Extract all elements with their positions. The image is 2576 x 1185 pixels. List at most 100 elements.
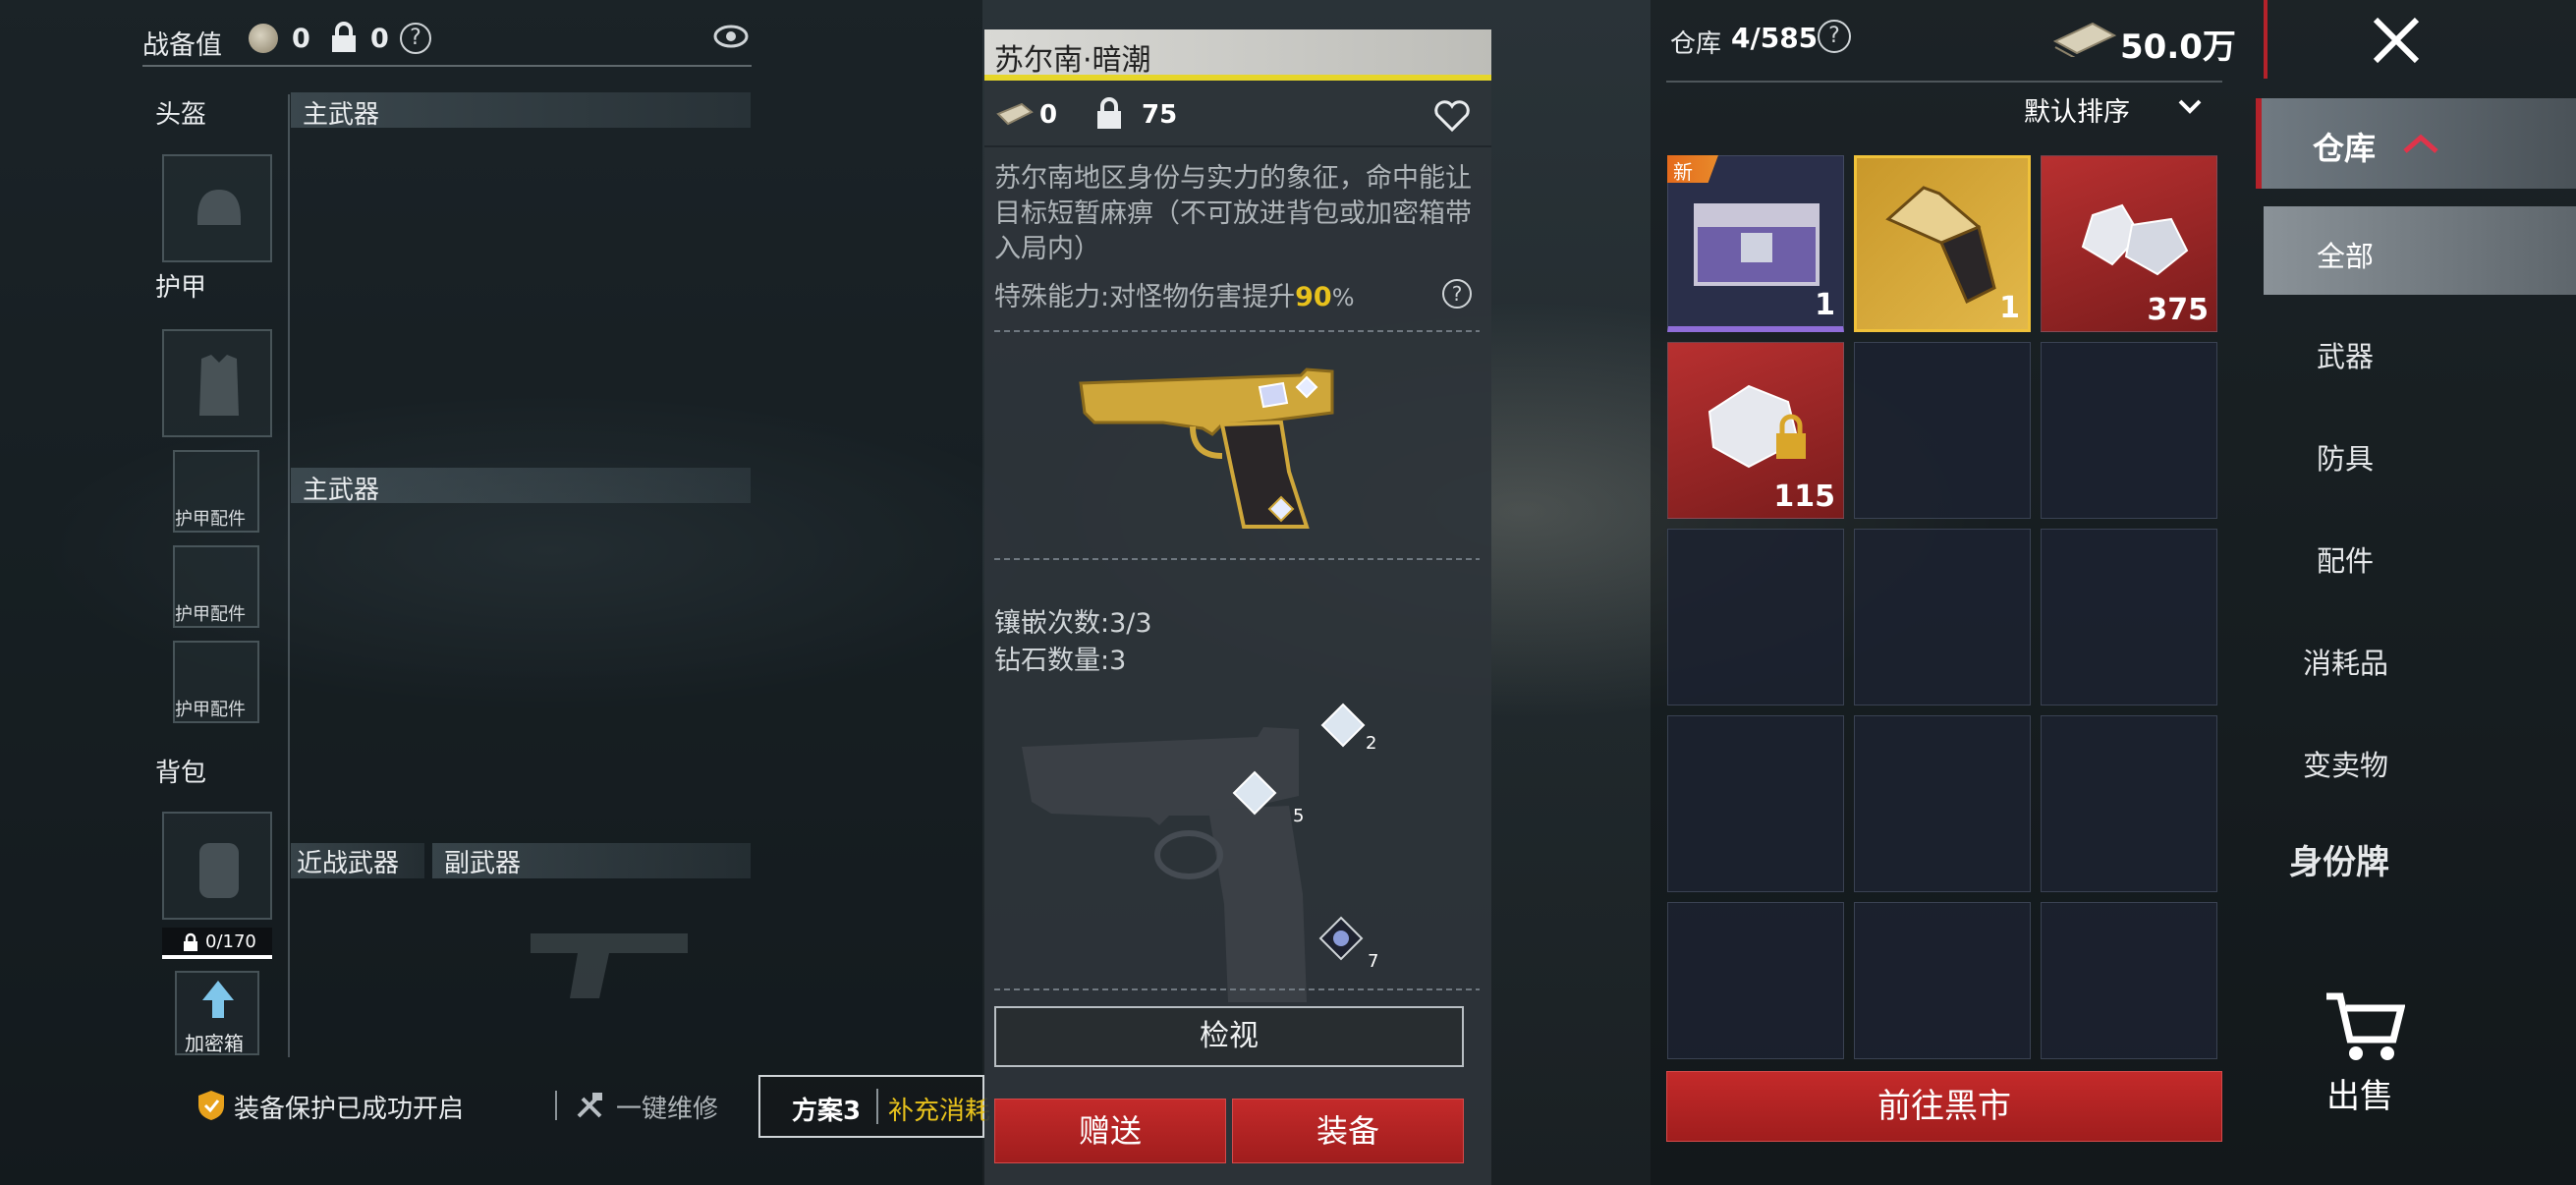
item-title-bar: 苏尔南·暗潮 <box>984 29 1491 81</box>
nav-warehouse-label: 仓库 <box>2313 130 2377 167</box>
equip-button[interactable]: 装备 <box>1232 1099 1464 1163</box>
inventory-empty-slot[interactable] <box>2041 902 2217 1059</box>
item-count: 375 <box>2147 293 2209 327</box>
backpack-label: 背包 <box>155 759 207 788</box>
inventory-empty-slot[interactable] <box>1854 902 2031 1059</box>
warehouse-label: 仓库 <box>1670 29 1722 59</box>
help-icon[interactable]: ? <box>400 23 431 54</box>
armor-label: 护甲 <box>155 273 207 303</box>
money-stack-icon <box>2053 22 2117 57</box>
item-lock-value: 75 <box>1142 100 1178 130</box>
diamond-slot-number-7: 7 <box>1368 951 1379 972</box>
close-icon[interactable] <box>2370 14 2423 67</box>
inventory-empty-slot[interactable] <box>1667 715 1844 892</box>
plan-selector[interactable]: 方案3 补充消耗 <box>758 1075 990 1138</box>
armor-part-label-3: 护甲配件 <box>175 700 246 720</box>
backpack-slot[interactable] <box>162 812 272 920</box>
inventory-empty-slot[interactable] <box>1667 529 1844 705</box>
inspect-button[interactable]: 检视 <box>994 1006 1464 1067</box>
vest-icon <box>199 355 239 416</box>
warehouse-capacity: 4/585 <box>1731 22 1819 54</box>
sort-dropdown[interactable]: 默认排序 <box>2014 86 2222 130</box>
gift-button[interactable]: 赠送 <box>994 1099 1226 1163</box>
help-icon[interactable]: ? <box>1442 279 1472 309</box>
ability-unit: % <box>1331 284 1355 311</box>
shield-icon <box>198 1091 224 1120</box>
chevron-down-icon <box>2178 99 2202 114</box>
safe-box-label: 加密箱 <box>185 1032 244 1055</box>
inventory-empty-slot[interactable] <box>2041 342 2217 519</box>
helmet-label: 头盔 <box>155 100 207 130</box>
item-title: 苏尔南·暗潮 <box>994 43 1151 78</box>
item-detail-panel: 苏尔南·暗潮 0 75 苏尔南地区身份与实力的象征，命中能让目标短暂麻痹（不可放… <box>984 29 1491 1185</box>
item-description: 苏尔南地区身份与实力的象征，命中能让目标短暂麻痹（不可放进背包或加密箱带入局内） <box>994 163 1472 264</box>
money-stack-icon <box>996 102 1034 126</box>
coin-icon <box>249 24 278 53</box>
nav-item-sellables[interactable]: 变卖物 <box>2303 743 2388 784</box>
diamond-slot-icon <box>1318 916 1364 961</box>
lock-value: 0 <box>370 24 389 54</box>
inventory-empty-slot[interactable] <box>2041 529 2217 705</box>
inventory-empty-slot[interactable] <box>2041 715 2217 892</box>
nav-item-id-tags[interactable]: 身份牌 <box>2289 835 2389 883</box>
refill-label: 补充消耗 <box>888 1097 991 1126</box>
golden-pistol-icon <box>1885 186 1996 305</box>
gear-value-header: 战备值 0 0 ? <box>142 20 752 69</box>
coin-value: 0 <box>292 24 310 54</box>
diamond-count: 钻石数量:3 <box>994 646 1127 676</box>
help-icon[interactable]: ? <box>1818 20 1851 53</box>
nav-item-attachments[interactable]: 配件 <box>2317 538 2374 580</box>
inventory-empty-slot[interactable] <box>1854 715 2031 892</box>
repair-label: 一键维修 <box>616 1095 719 1124</box>
helmet-slot[interactable] <box>162 154 272 262</box>
inventory-item-2[interactable]: 1 <box>1854 155 2031 332</box>
sell-button[interactable]: 出售 <box>2311 983 2419 1120</box>
inventory-item-4[interactable]: 115 <box>1667 342 1844 519</box>
eye-icon[interactable] <box>712 22 750 51</box>
armor-part-label-2: 护甲配件 <box>175 604 246 625</box>
upload-arrow-icon <box>202 981 234 1018</box>
lock-icon <box>184 932 197 951</box>
black-market-button[interactable]: 前往黑市 <box>1666 1071 2222 1142</box>
nav-divider <box>2264 0 2268 79</box>
item-count: 1 <box>1815 288 1835 322</box>
pistol-schematic <box>1022 727 1307 1002</box>
favorite-heart-icon[interactable] <box>1432 98 1472 134</box>
lock-icon <box>1097 97 1121 129</box>
safe-box-slot[interactable]: 加密箱 <box>175 971 259 1055</box>
special-ability: 特殊能力:对怪物伤害提升90% ? <box>994 275 1480 314</box>
diamond-slot-icon <box>1320 703 1366 748</box>
armor-slot[interactable] <box>162 329 272 437</box>
nav-item-consumables[interactable]: 消耗品 <box>2303 641 2388 682</box>
nav-item-all[interactable]: 全部 <box>2264 206 2576 295</box>
primary-weapon-label-1: 主武器 <box>303 100 380 130</box>
gear-value-title: 战备值 <box>142 30 222 61</box>
header-divider <box>142 65 752 67</box>
repair-button[interactable]: 一键维修 <box>555 1087 737 1126</box>
diamond-slot-number-5: 5 <box>1293 806 1305 826</box>
wrench-hammer-icon <box>577 1093 602 1118</box>
nav-warehouse-tab[interactable]: 仓库 <box>2256 98 2576 189</box>
inlay-count: 镶嵌次数:3/3 <box>994 608 1152 639</box>
capacity-value: 0/170 <box>205 931 256 952</box>
slot-divider <box>288 94 290 1057</box>
inventory-empty-slot[interactable] <box>1854 529 2031 705</box>
diamond-slot-icon <box>1232 770 1277 816</box>
backpack-icon <box>199 843 239 898</box>
capacity-bar: 0/170 <box>162 928 272 959</box>
diamond-slot-number-2: 2 <box>1366 733 1377 754</box>
pistol-silhouette-icon <box>531 933 688 998</box>
crate-icon <box>1694 203 1820 286</box>
plan-label: 方案3 <box>792 1097 862 1126</box>
item-coin-value: 0 <box>1039 100 1058 130</box>
inventory-empty-slot[interactable] <box>1667 902 1844 1059</box>
nav-item-armor[interactable]: 防具 <box>2317 436 2374 478</box>
inventory-item-3[interactable]: 375 <box>2041 155 2217 332</box>
cart-icon <box>2326 992 2405 1060</box>
inventory-empty-slot[interactable] <box>1854 342 2031 519</box>
nav-item-weapons[interactable]: 武器 <box>2317 334 2374 375</box>
new-badge-label: 新 <box>1673 160 1693 184</box>
item-count: 115 <box>1773 480 1835 514</box>
sell-label: 出售 <box>2326 1077 2393 1116</box>
melee-weapon-label: 近战武器 <box>297 849 400 878</box>
